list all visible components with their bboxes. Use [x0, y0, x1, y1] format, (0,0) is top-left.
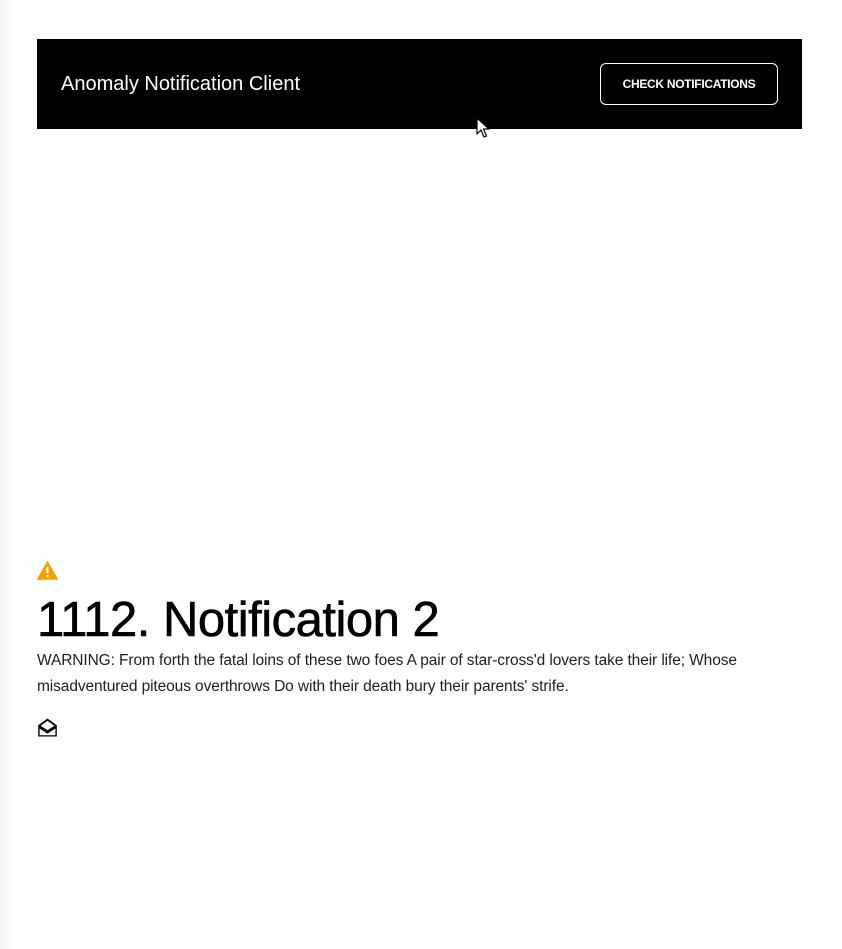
- envelope-open-icon[interactable]: [37, 717, 58, 738]
- app-title: Anomaly Notification Client: [61, 73, 300, 95]
- check-notifications-button[interactable]: CHECK NOTIFICATIONS: [600, 63, 778, 105]
- mouse-cursor-icon: [476, 117, 490, 138]
- page-edge-shade: [0, 0, 12, 949]
- notification-title: 1112. Notification 2: [37, 593, 440, 648]
- notification-body: WARNING: From forth the fatal loins of t…: [37, 652, 737, 695]
- warning-triangle-icon: [37, 561, 58, 580]
- notification-card: 1112. Notification 2 WARNING: From forth…: [37, 561, 807, 738]
- app-bar: Anomaly Notification Client CHECK NOTIFI…: [37, 39, 802, 129]
